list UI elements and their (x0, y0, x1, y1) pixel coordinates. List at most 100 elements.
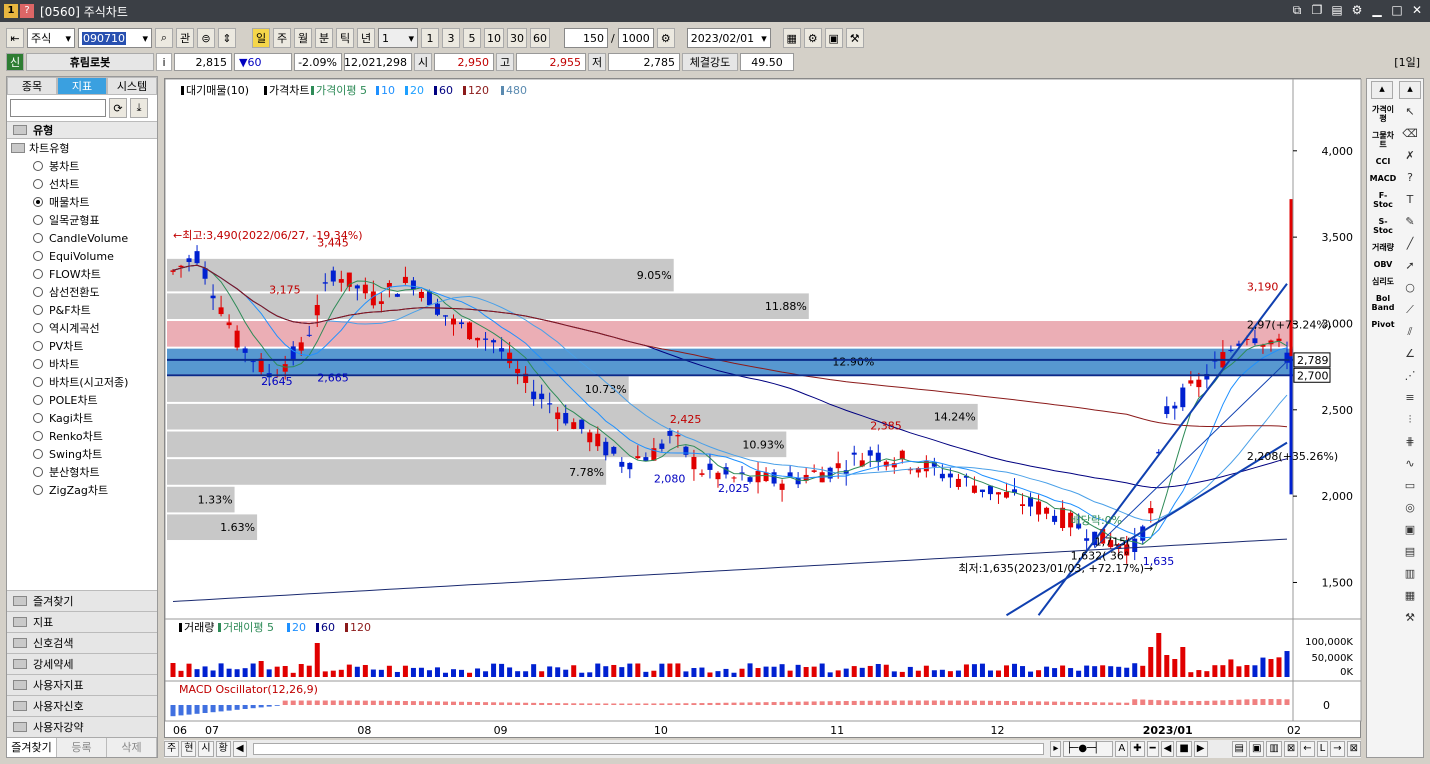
favorites-tab[interactable]: 즐겨찾기 (7, 738, 57, 757)
sidebar-group[interactable]: 즐겨찾기 (7, 590, 157, 611)
wrench-icon[interactable]: ⚒ (1399, 611, 1421, 629)
refresh-icon[interactable]: ⟳ (109, 98, 127, 118)
chart-type-item[interactable]: FLOW차트 (7, 265, 157, 283)
scroll-up-icon-2[interactable]: ▴ (1399, 81, 1421, 99)
minute-60-button[interactable]: 60 (530, 28, 550, 48)
radio-icon[interactable] (33, 215, 43, 225)
chart-type-item[interactable]: 삼선전환도 (7, 283, 157, 301)
question-icon[interactable]: ? (1399, 171, 1421, 189)
tab-indicator[interactable]: 지표 (57, 77, 107, 95)
refresh-icon[interactable]: ⊜ (197, 28, 215, 48)
horizontal-scrollbar[interactable] (252, 743, 1045, 755)
radio-icon[interactable] (33, 449, 43, 459)
minimize-button[interactable]: ▁ (1370, 3, 1384, 17)
chart-area[interactable]: 12.90% 9.05% 11.88% 10.73% 14.24% 10.93% 7.78%… (164, 78, 1362, 738)
gwan-button[interactable]: 관 (176, 28, 194, 48)
text-icon[interactable]: T (1399, 193, 1421, 211)
drw-icon[interactable]: ▦ (1399, 589, 1421, 607)
updown-icon[interactable]: ⇕ (218, 28, 236, 48)
chart-type-item[interactable]: PV차트 (7, 337, 157, 355)
auto-icon[interactable]: ◎ (1399, 501, 1421, 519)
minute-5-button[interactable]: 5 (463, 28, 481, 48)
radio-icon[interactable] (33, 305, 43, 315)
forward-icon[interactable]: → (1330, 741, 1345, 757)
download-icon[interactable]: ⤓ (130, 98, 148, 118)
register-tab[interactable]: 등록 (57, 738, 107, 757)
period-day-button[interactable]: 일 (252, 28, 270, 48)
indicator-button[interactable]: 거래량 (1369, 243, 1397, 252)
radio-icon[interactable] (33, 269, 43, 279)
delete-tab[interactable]: 삭제 (107, 738, 157, 757)
reset-icon[interactable]: ⊠ (1346, 741, 1361, 757)
radio-icon[interactable] (33, 413, 43, 423)
chart-type-item[interactable]: CandleVolume (7, 229, 157, 247)
zoom-slider[interactable]: ├─●─┤ (1063, 741, 1114, 757)
table-icon[interactable]: ▭ (1399, 479, 1421, 497)
nav-current-button[interactable]: 현 (181, 741, 197, 757)
stock-name[interactable]: 휴림로봇 (26, 53, 154, 71)
indicator-button[interactable]: 심리도 (1369, 277, 1397, 286)
indicator-button[interactable]: CCI (1369, 157, 1397, 166)
indicator-button[interactable]: S-Stoc (1369, 217, 1397, 235)
sidebar-group[interactable]: 강세약세 (7, 653, 157, 674)
grid-lines-icon[interactable]: ⫶ (1399, 413, 1421, 431)
copy-icon[interactable]: ❐ (1310, 3, 1324, 17)
eraser-icon[interactable]: ⌫ (1399, 127, 1421, 145)
maximize-button[interactable]: □ (1390, 3, 1404, 17)
tools-icon[interactable]: ⚒ (845, 28, 864, 48)
chart-type-item[interactable]: POLE차트 (7, 391, 157, 409)
fibo-icon[interactable]: ≡ (1399, 391, 1421, 409)
radio-icon[interactable] (33, 485, 43, 495)
period-month-button[interactable]: 월 (294, 28, 312, 48)
chart-type-item[interactable]: Renko차트 (7, 427, 157, 445)
minute-30-button[interactable]: 30 (507, 28, 527, 48)
window-icon[interactable]: ▣ (1399, 523, 1421, 541)
play-icon[interactable]: ▶ (1193, 741, 1208, 757)
radio-icon[interactable] (33, 197, 43, 207)
radio-icon[interactable] (33, 323, 43, 333)
total-input[interactable]: 1000 (617, 28, 654, 48)
trend-icon[interactable]: ⟋ (1399, 303, 1421, 321)
indicator-button[interactable]: 가격이평 (1369, 105, 1397, 123)
sidebar-group[interactable]: 사용자지표 (7, 674, 157, 695)
help-icon[interactable]: ? (20, 4, 34, 18)
radio-icon[interactable] (33, 161, 43, 171)
sidebar-group[interactable]: 사용자신호 (7, 695, 157, 716)
chart-type-item[interactable]: Swing차트 (7, 445, 157, 463)
close-button[interactable]: ✕ (1410, 3, 1424, 17)
period-week-button[interactable]: 주 (273, 28, 291, 48)
radio-icon[interactable] (33, 359, 43, 369)
print-icon[interactable]: ▦ (782, 28, 801, 48)
indicator-button[interactable]: F-Stoc (1369, 191, 1397, 209)
info-button[interactable]: i (156, 53, 172, 71)
radio-icon[interactable] (33, 341, 43, 351)
tab-stock[interactable]: 종목 (7, 77, 57, 95)
chart-type-item[interactable]: 일목균형표 (7, 211, 157, 229)
section-type[interactable]: 유형 (7, 121, 157, 139)
minute-10-button[interactable]: 10 (484, 28, 504, 48)
radio-icon[interactable] (33, 251, 43, 261)
date-input[interactable]: 2023/02/01 ▾ (686, 28, 771, 48)
radio-icon[interactable] (33, 233, 43, 243)
radio-icon[interactable] (33, 467, 43, 477)
sidebar-group[interactable]: 사용자강약 (7, 716, 157, 737)
back-icon[interactable]: ← (1300, 741, 1315, 757)
scroll-right-icon[interactable]: ▸ (1050, 741, 1062, 757)
save-icon[interactable]: ▣ (1248, 741, 1265, 757)
bar-chart-icon[interactable]: ▥ (1399, 567, 1421, 585)
all-clear-icon[interactable]: ✗ (1399, 149, 1421, 167)
cross-icon[interactable]: ⋕ (1399, 435, 1421, 453)
axis-icon[interactable]: L (1316, 741, 1329, 757)
indicator-button[interactable]: OBV (1369, 260, 1397, 269)
save-chart-icon[interactable]: ▣ (824, 28, 843, 48)
first-icon[interactable]: ⇤ (6, 28, 24, 48)
radio-icon[interactable] (33, 431, 43, 441)
panel-icon[interactable]: ▥ (1266, 741, 1282, 757)
chart-type-item[interactable]: 봉차트 (7, 157, 157, 175)
minute-1-button[interactable]: 1 (421, 28, 439, 48)
radio-icon[interactable] (33, 377, 43, 387)
stop-icon[interactable]: ■ (1176, 741, 1192, 757)
chart-type-item[interactable]: 역시계곡선 (7, 319, 157, 337)
nav-status-button[interactable]: 황 (215, 741, 231, 757)
nav-week-button[interactable]: 주 (164, 741, 180, 757)
